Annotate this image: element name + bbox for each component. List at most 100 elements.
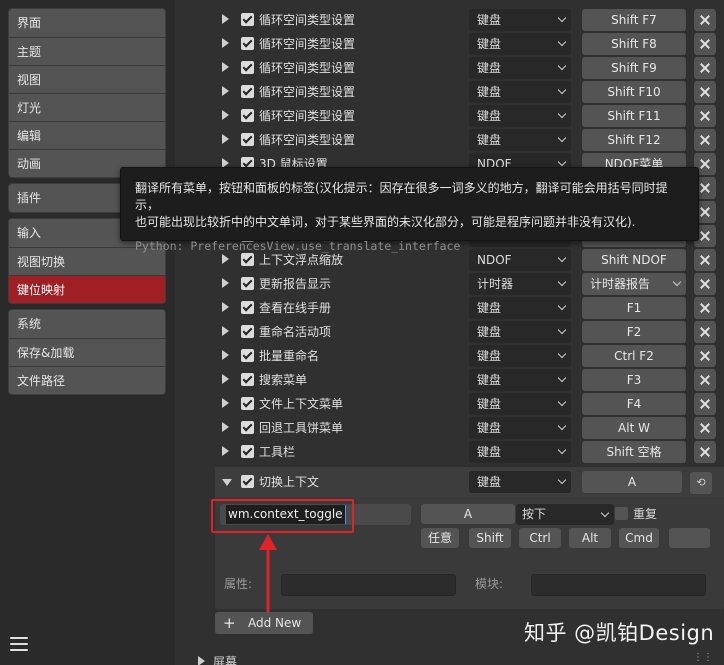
remove-item-icon[interactable] (694, 417, 716, 439)
nav-item-viewport[interactable]: 视图 (9, 65, 165, 93)
key-button[interactable]: A (582, 471, 682, 493)
item-checkbox[interactable] (241, 373, 254, 386)
expand-arrow-icon[interactable] (222, 302, 229, 312)
restore-icon[interactable]: ⟲ (690, 472, 712, 494)
key-button[interactable]: 计时器报告 (582, 273, 686, 295)
item-checkbox[interactable] (241, 85, 254, 98)
key-button[interactable]: Shift F9 (582, 57, 686, 79)
add-new-button[interactable]: + Add New (215, 612, 313, 634)
item-checkbox[interactable] (241, 421, 254, 434)
input-type-select[interactable]: 键盘 (469, 369, 571, 391)
remove-item-icon[interactable] (694, 345, 716, 367)
item-checkbox[interactable] (241, 277, 254, 290)
key-button[interactable]: Shift F12 (582, 129, 686, 151)
remove-item-icon[interactable] (694, 9, 716, 31)
key-button[interactable]: F1 (582, 297, 686, 319)
expand-arrow-icon[interactable] (222, 446, 229, 456)
input-type-select[interactable]: 键盘 (469, 321, 571, 343)
modifier-any-button[interactable]: 任意 (421, 528, 459, 548)
remove-item-icon[interactable] (694, 393, 716, 415)
nav-item-save-load[interactable]: 保存&加载 (9, 338, 165, 366)
key-button[interactable]: Shift F10 (582, 81, 686, 103)
input-type-select[interactable]: 键盘 (469, 9, 571, 31)
remove-item-icon[interactable] (694, 33, 716, 55)
expand-arrow-icon[interactable] (222, 278, 229, 288)
input-type-select[interactable]: 键盘 (469, 297, 571, 319)
modifier-shift-button[interactable]: Shift (469, 528, 511, 548)
remove-item-icon[interactable] (694, 81, 716, 103)
input-type-select[interactable]: 键盘 (469, 33, 571, 55)
module-field[interactable] (531, 574, 706, 596)
key-button[interactable]: Alt W (582, 417, 686, 439)
input-type-select[interactable]: 键盘 (469, 417, 571, 439)
expand-arrow-icon[interactable] (222, 254, 229, 264)
expand-arrow-icon[interactable] (222, 326, 229, 336)
item-checkbox[interactable] (241, 475, 254, 488)
nav-item-keymap[interactable]: 键位映射 (9, 275, 165, 303)
expand-arrow-icon[interactable] (222, 14, 229, 24)
remove-item-icon[interactable] (694, 249, 716, 271)
expand-arrow-icon[interactable] (222, 134, 229, 144)
key-button[interactable]: Shift F11 (582, 105, 686, 127)
drag-handle-icon[interactable]: ⋮⋮ (693, 652, 713, 663)
key-button[interactable]: Shift F8 (582, 33, 686, 55)
input-type-select[interactable]: 键盘 (469, 105, 571, 127)
key-again-button[interactable]: A (421, 504, 515, 524)
item-checkbox[interactable] (241, 397, 254, 410)
item-checkbox[interactable] (241, 301, 254, 314)
remove-item-icon[interactable] (694, 105, 716, 127)
key-button[interactable]: Shift F7 (582, 9, 686, 31)
item-checkbox[interactable] (241, 349, 254, 362)
expand-arrow-icon[interactable] (222, 38, 229, 48)
key-button[interactable]: Ctrl F2 (582, 345, 686, 367)
expand-arrow-icon[interactable] (222, 350, 229, 360)
item-checkbox[interactable] (241, 61, 254, 74)
input-type-select[interactable]: 键盘 (469, 393, 571, 415)
remove-item-icon[interactable] (694, 273, 716, 295)
item-checkbox[interactable] (241, 133, 254, 146)
expand-arrow-icon[interactable] (222, 422, 229, 432)
expand-arrow-icon[interactable] (222, 62, 229, 72)
input-type-select[interactable]: 键盘 (469, 471, 571, 493)
event-value-select[interactable]: 按下 (516, 504, 614, 525)
input-type-select[interactable]: 键盘 (469, 81, 571, 103)
nav-item-interface[interactable]: 界面 (9, 9, 165, 37)
property-field[interactable] (281, 574, 456, 596)
section-screen-header[interactable]: 屏幕 (198, 652, 237, 665)
expand-arrow-icon[interactable] (222, 374, 229, 384)
nav-item-system[interactable]: 系统 (9, 310, 165, 338)
item-checkbox[interactable] (241, 37, 254, 50)
input-type-select[interactable]: 键盘 (469, 441, 571, 463)
remove-item-icon[interactable] (694, 129, 716, 151)
nav-item-themes[interactable]: 主题 (9, 37, 165, 65)
key-modifier-button[interactable] (669, 528, 710, 548)
input-type-select[interactable]: 键盘 (469, 129, 571, 151)
item-checkbox[interactable] (241, 325, 254, 338)
item-checkbox[interactable] (241, 445, 254, 458)
nav-item-editing[interactable]: 编辑 (9, 121, 165, 149)
key-button[interactable]: F4 (582, 393, 686, 415)
hamburger-menu-icon[interactable] (10, 637, 28, 653)
remove-item-icon[interactable] (694, 441, 716, 463)
remove-item-icon[interactable] (694, 321, 716, 343)
remove-item-icon[interactable] (694, 57, 716, 79)
input-type-select[interactable]: 计时器 (469, 273, 571, 295)
expand-arrow-icon[interactable] (222, 86, 229, 96)
expand-arrow-icon[interactable] (222, 110, 229, 120)
input-type-select[interactable]: 键盘 (469, 57, 571, 79)
expand-arrow-icon[interactable] (222, 398, 229, 408)
item-checkbox[interactable] (241, 13, 254, 26)
nav-item-file-paths[interactable]: 文件路径 (9, 366, 165, 394)
remove-item-icon[interactable] (694, 369, 716, 391)
key-button[interactable]: F2 (582, 321, 686, 343)
item-checkbox[interactable] (241, 109, 254, 122)
nav-item-lights[interactable]: 灯光 (9, 93, 165, 121)
repeat-checkbox[interactable] (615, 507, 628, 520)
key-button[interactable]: F3 (582, 369, 686, 391)
input-type-select[interactable]: 键盘 (469, 345, 571, 367)
modifier-alt-button[interactable]: Alt (569, 528, 611, 548)
modifier-ctrl-button[interactable]: Ctrl (519, 528, 561, 548)
key-button[interactable]: Shift 空格 (582, 441, 686, 463)
remove-item-icon[interactable] (694, 297, 716, 319)
modifier-cmd-button[interactable]: Cmd (619, 528, 659, 548)
